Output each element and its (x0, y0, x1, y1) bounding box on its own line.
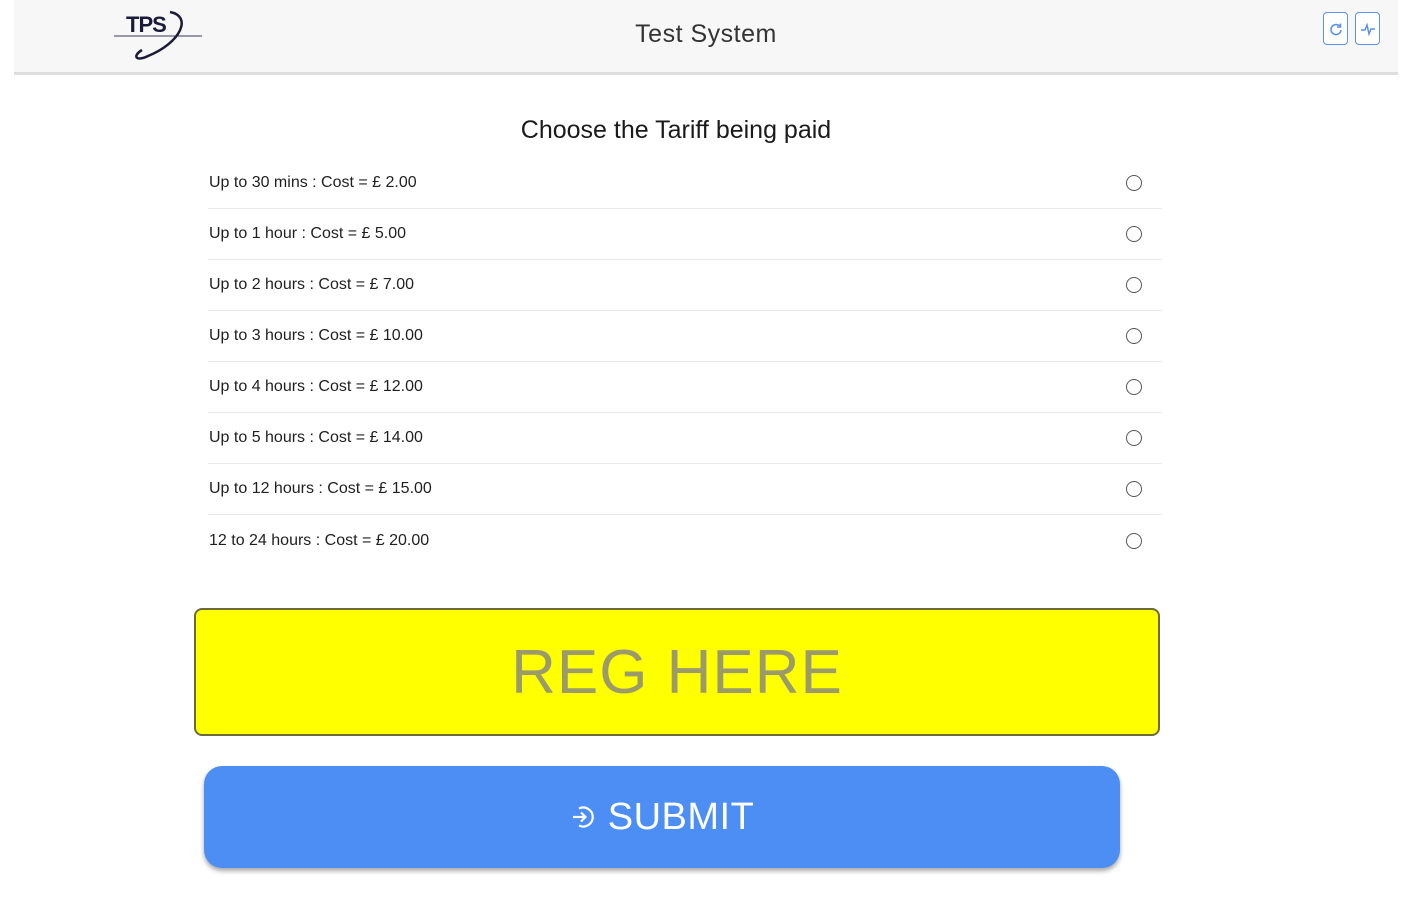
submit-button[interactable]: SUBMIT (204, 766, 1120, 868)
refresh-icon (1329, 23, 1342, 35)
tariff-radio[interactable] (1126, 532, 1142, 549)
tariff-options-list: Up to 30 mins : Cost = £ 2.00 Up to 1 ho… (208, 158, 1162, 566)
tariff-option[interactable]: Up to 30 mins : Cost = £ 2.00 (208, 158, 1162, 209)
tariff-option-label: Up to 30 mins : Cost = £ 2.00 (209, 174, 417, 191)
tariff-option[interactable]: Up to 3 hours : Cost = £ 10.00 (208, 311, 1162, 362)
registration-input[interactable]: REG HERE (194, 608, 1160, 736)
tariff-radio[interactable] (1126, 328, 1142, 344)
tariff-option-label: Up to 12 hours : Cost = £ 15.00 (209, 480, 432, 497)
tariff-option-label: Up to 1 hour : Cost = £ 5.00 (209, 225, 407, 242)
activity-icon (1360, 21, 1375, 36)
app-header: TPS Test System (14, 0, 1398, 75)
tariff-option-label: Up to 4 hours : Cost = £ 12.00 (209, 378, 423, 395)
refresh-button[interactable] (1323, 12, 1348, 45)
activity-button[interactable] (1355, 12, 1380, 45)
tariff-radio[interactable] (1126, 226, 1142, 242)
tariff-option-label: Up to 2 hours : Cost = £ 7.00 (209, 276, 415, 293)
tariff-option-label: Up to 5 hours : Cost = £ 14.00 (209, 429, 423, 446)
tariff-option[interactable]: 12 to 24 hours : Cost = £ 20.00 (208, 515, 1162, 566)
tariff-option[interactable]: Up to 5 hours : Cost = £ 14.00 (208, 413, 1162, 464)
submit-label: SUBMIT (607, 795, 755, 838)
tariff-option[interactable]: Up to 12 hours : Cost = £ 15.00 (208, 464, 1162, 515)
tariff-option-label: Up to 3 hours : Cost = £ 10.00 (209, 327, 423, 344)
tariff-option-label: 12 to 24 hours : Cost = £ 20.00 (209, 531, 430, 549)
tariff-option[interactable]: Up to 4 hours : Cost = £ 12.00 (208, 362, 1162, 413)
tariff-radio[interactable] (1126, 379, 1142, 395)
tariff-option[interactable]: Up to 2 hours : Cost = £ 7.00 (208, 260, 1162, 311)
header-actions (1323, 12, 1380, 45)
page: TPS Test System Choose the Tariff being … (0, 0, 1418, 900)
registration-placeholder: REG HERE (511, 637, 843, 707)
tariff-radio[interactable] (1126, 481, 1142, 497)
tariff-option[interactable]: Up to 1 hour : Cost = £ 5.00 (208, 209, 1162, 260)
tariff-radio[interactable] (1126, 430, 1142, 446)
tariff-radio[interactable] (1126, 175, 1142, 191)
tariff-radio[interactable] (1126, 277, 1142, 293)
login-arrow-icon (572, 806, 594, 828)
tariff-title: Choose the Tariff being paid (520, 116, 832, 144)
app-title: Test System (635, 20, 777, 48)
